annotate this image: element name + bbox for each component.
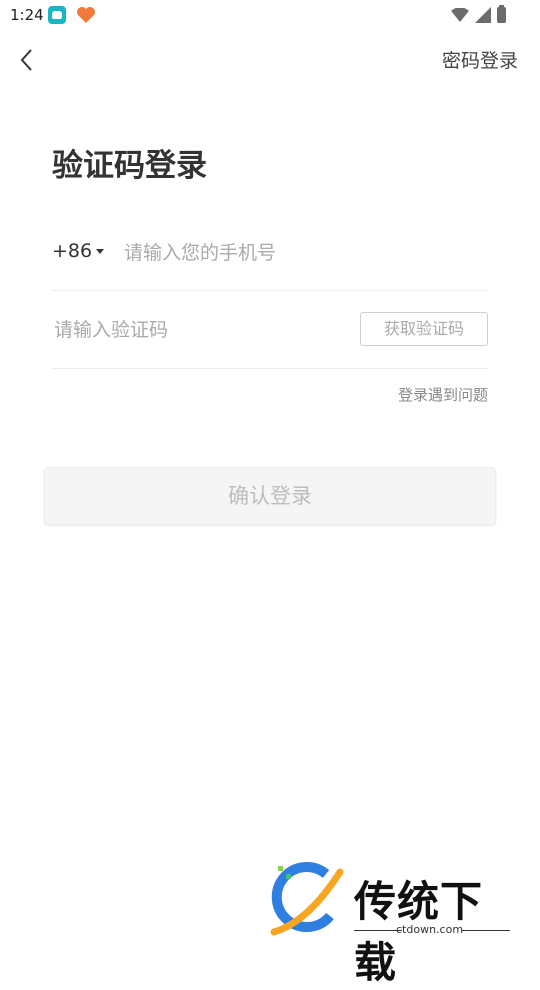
system-icons — [451, 5, 506, 23]
country-code-label: +86 — [52, 240, 93, 262]
battery-icon — [497, 5, 506, 23]
app-notification-icon — [48, 6, 66, 24]
ctdown-logo-icon — [270, 862, 344, 936]
watermark-url: ctdown.com — [396, 923, 464, 936]
confirm-login-button[interactable]: 确认登录 — [44, 467, 496, 525]
watermark: 传统下载 ctdown.com — [268, 862, 518, 987]
back-button[interactable] — [14, 46, 42, 74]
phone-input[interactable] — [122, 237, 486, 269]
wifi-icon — [451, 8, 469, 22]
country-code-selector[interactable]: +86 — [52, 240, 105, 262]
phone-row: +86 — [52, 228, 488, 291]
page-title: 验证码登录 — [52, 148, 207, 184]
status-time: 1:24 — [10, 6, 44, 24]
signal-icon — [475, 7, 491, 23]
chevron-left-icon — [20, 49, 32, 71]
login-help-link[interactable]: 登录遇到问题 — [398, 384, 488, 405]
password-login-link[interactable]: 密码登录 — [442, 46, 518, 73]
heart-app-icon — [76, 6, 96, 24]
status-bar: 1:24 — [0, 0, 540, 30]
divider — [354, 930, 402, 931]
caret-down-icon — [96, 249, 105, 254]
verification-code-input[interactable] — [52, 314, 346, 346]
get-code-button[interactable]: 获取验证码 — [360, 312, 488, 346]
divider — [462, 930, 510, 931]
code-row: 获取验证码 — [52, 306, 488, 369]
